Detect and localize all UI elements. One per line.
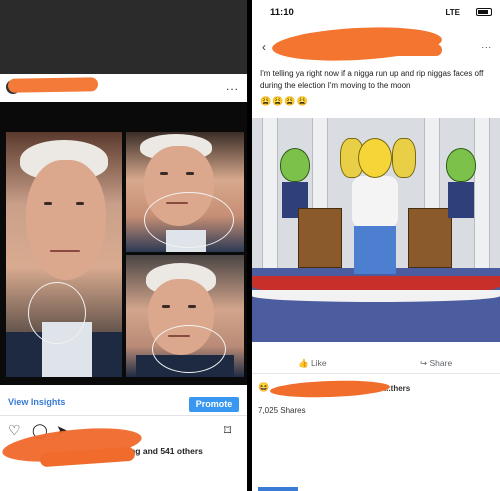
bookmark-icon[interactable]: ⌑ [224,422,231,439]
back-chevron-icon[interactable]: ‹ [262,40,266,54]
facebook-post: 11:10 LTE ‹ ... I'm telling ya right now… [252,0,500,491]
podium [298,208,342,268]
post-actions: 👍 Like ↪ Share [252,350,500,374]
promote-button[interactable]: Promote [189,397,239,412]
eye [188,305,196,308]
suit [92,332,122,377]
thumbs-up-icon: 👍 [298,358,311,368]
homer-body [352,176,398,228]
share-button[interactable]: ↪ Share [420,358,452,369]
meme-image[interactable] [252,118,500,342]
network-label: LTE [445,8,460,17]
more-options-icon[interactable]: ... [226,79,239,93]
share-label: Share [429,358,453,368]
face [26,160,106,280]
suit [6,332,42,377]
status-time: 11:10 [270,7,294,18]
redacted-username [7,77,99,93]
alien-body [448,182,474,218]
alien-head [446,148,476,182]
photo-panel-top-right [126,132,244,252]
eye [44,202,52,205]
redacted-author [322,44,442,56]
highlight-circle [152,325,226,373]
character [392,138,416,178]
eye [160,172,168,175]
post-text: I'm telling ya right now if a nigga run … [260,69,484,90]
post-header: ... [0,74,247,100]
podium [408,208,452,268]
eye [76,202,84,205]
more-options-icon[interactable]: ... [481,40,492,50]
like-label: Like [310,358,327,368]
heart-icon[interactable]: ♡ [8,422,21,439]
photo-panel-bottom-right [126,255,244,377]
column [474,118,490,268]
homer-head [358,138,392,178]
drape [252,290,500,302]
alien-head [280,148,310,182]
mouth [50,250,80,252]
eye [186,172,194,175]
highlight-circle [28,282,86,344]
active-tab-indicator [258,487,298,491]
homer-legs [354,226,396,274]
shares-count[interactable]: 7,025 Shares [258,406,306,415]
post-photo[interactable] [0,102,247,385]
battery-icon [476,8,492,16]
photo-panel-main [6,132,122,377]
view-insights-link[interactable]: View Insights [8,397,65,407]
emoji-row: 😩😩😩😩 [260,96,309,106]
reaction-icons: 😆 [258,382,270,392]
highlight-circle [144,192,234,248]
top-bar [0,0,247,74]
instagram-post: ... View Insights Promote ♡ ◯ ⌑ ...anyth… [0,0,247,491]
screenshot-collage: ... View Insights Promote ♡ ◯ ⌑ ...anyth… [0,0,500,491]
like-button[interactable]: 👍 Like [298,358,327,369]
status-bar: 11:10 LTE [252,0,500,22]
column [262,118,278,268]
eye [162,305,170,308]
